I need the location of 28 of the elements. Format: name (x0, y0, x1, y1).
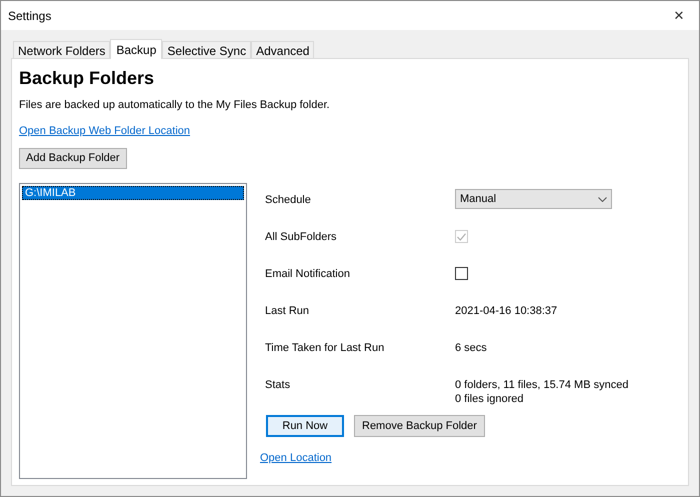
section-heading: Backup Folders (19, 67, 156, 89)
field-label: All SubFolders (265, 230, 338, 244)
field-label: Schedule (265, 193, 312, 207)
folder-list-item[interactable]: G:\IMILAB (22, 186, 244, 200)
field-value: 0 folders, 11 files, 15.74 MB synced (455, 378, 628, 392)
window-title: Settings (8, 8, 52, 24)
field-value: 2021-04-16 10:38:37 (455, 304, 558, 318)
close-button[interactable]: ✕ (665, 4, 693, 28)
description-text: Files are backed up automatically to the My Files Backup folder. (19, 98, 331, 113)
tab[interactable]: Selective Sync (162, 41, 252, 58)
tab[interactable]: Advanced (251, 41, 314, 58)
field-label: Time Taken for Last Run (265, 341, 386, 355)
add-folder-button[interactable]: Add Backup Folder (19, 148, 127, 169)
field-label: Stats (265, 378, 292, 392)
field-value: 0 files ignored (455, 392, 524, 406)
field-value: 6 secs (455, 341, 487, 355)
chevron-down-icon (598, 196, 607, 202)
schedule-dropdown[interactable]: Manual (455, 189, 612, 209)
dropdown-value: Manual (460, 192, 496, 207)
field-label: Email Notification (265, 267, 351, 281)
checkbox[interactable] (455, 267, 468, 280)
open-location-link[interactable]: Open Location (260, 450, 332, 466)
web-folder-link[interactable]: Open Backup Web Folder Location (19, 122, 190, 139)
tab[interactable]: Backup (110, 39, 162, 59)
action-button[interactable]: Remove Backup Folder (354, 415, 485, 437)
field-label: Last Run (265, 304, 310, 318)
tab[interactable]: Network Folders (13, 41, 110, 58)
action-button[interactable]: Run Now (266, 415, 344, 437)
